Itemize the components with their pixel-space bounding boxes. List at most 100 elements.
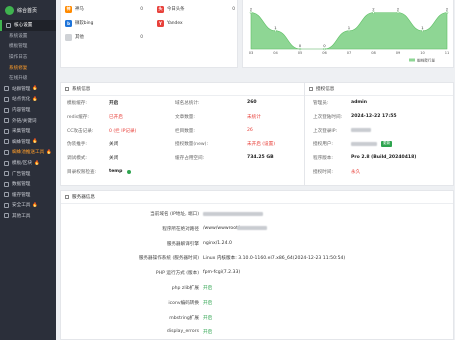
sidebar-item[interactable]: 模板/区块 🔥: [0, 158, 56, 169]
redacted-value: [237, 226, 267, 231]
sidebar-item-label: 安全工具: [12, 203, 31, 209]
sidebar-item[interactable]: 模板管理: [0, 41, 56, 52]
engine-item[interactable]: b 微软bing: [61, 17, 147, 29]
server-key: display_errors: [166, 329, 199, 335]
license-label: 程序版本:: [313, 156, 333, 162]
sidebar-item-label: 系统设置: [9, 33, 28, 39]
engine-name: 今日头条: [167, 7, 185, 12]
engine-name: Yandex: [167, 20, 183, 26]
license-title: 授权信息: [316, 87, 335, 92]
sidebar-menu: 核心设置 系统设置 模板管理 操作日志 系统修复 在线升级 站群管理 🔥 站点优化 🔥 内容管理 外链…: [0, 20, 56, 221]
sidebar-item[interactable]: 核心设置: [0, 20, 56, 31]
sys-value: temp: [109, 169, 123, 174]
sidebar-item[interactable]: 缓存管理: [0, 190, 56, 201]
sidebar-item[interactable]: 蜘蛛池推送工具 🔥: [0, 147, 56, 158]
sidebar-item[interactable]: 系统设置: [0, 31, 56, 42]
server-row: iconv编码转换 开启: [61, 295, 455, 310]
sidebar-item[interactable]: 蜘蛛管理 🔥: [0, 137, 56, 148]
sidebar-item-label: 核心设置: [14, 23, 33, 29]
sidebar-item[interactable]: 安全工具 🔥: [0, 200, 56, 211]
sidebar-item-label: 广告管理: [12, 171, 31, 177]
sys-label: 模板缓存:: [67, 101, 87, 106]
license-value: 2024-12-22 17:55: [351, 113, 397, 119]
sys-label: 调试模式:: [67, 156, 87, 162]
sidebar-item[interactable]: 其他工具: [0, 211, 56, 222]
flame-icon: 🔥: [46, 149, 52, 155]
server-value: fpm-fcgi(7.2.33): [203, 270, 241, 276]
engine-item[interactable]: Y Yandex: [153, 17, 239, 29]
chart-point: [347, 29, 351, 33]
sys-value: 开启: [109, 101, 119, 106]
chart-point: [274, 29, 277, 33]
sidebar-item-label: 内容管理: [12, 108, 31, 114]
chart-tick-label: 05: [298, 51, 303, 55]
sidebar-item-label: 缓存管理: [12, 192, 31, 198]
sys-label: 文章数量:: [175, 114, 195, 120]
chart-point: [298, 47, 302, 51]
engine-item[interactable]: 头今日头条 0: [153, 3, 239, 15]
sys-value: 734.25 GB: [247, 155, 274, 161]
server-key: 程序所在绝对路径: [162, 226, 199, 232]
sidebar-title: 综合首页: [17, 7, 38, 14]
server-row: 服务器解译引擎 nginx/1.24.0: [61, 236, 455, 251]
sys-value[interactable]: 未开启 (设置): [247, 141, 275, 147]
server-key: mbstring扩展: [169, 315, 199, 321]
sys-value: 关闭: [109, 156, 119, 162]
server-value: 开启: [203, 315, 213, 321]
engine-item[interactable]: 神神马 0: [61, 3, 147, 15]
sidebar-item[interactable]: 广告管理: [0, 168, 56, 179]
chart-point: [396, 11, 400, 14]
menu-icon: [4, 213, 9, 219]
sidebar-item[interactable]: 数据管理: [0, 179, 56, 190]
chart-value-label: 2: [397, 7, 400, 12]
sys-value: 未统计: [247, 114, 261, 120]
license-icon: [309, 87, 313, 91]
chart-value-label: 1: [274, 25, 277, 30]
sidebar-header[interactable]: 综合首页: [0, 0, 56, 20]
sidebar-item-label: 站群管理: [12, 86, 31, 92]
sidebar-item-label: 在线升级: [9, 76, 28, 82]
engine-name: 微软bing: [75, 21, 94, 26]
sidebar-item-label: 外链/关键词: [12, 118, 37, 124]
menu-icon: [4, 202, 9, 208]
sidebar-item[interactable]: 在线升级: [0, 73, 56, 84]
sys-label: redis缓存:: [67, 114, 89, 120]
sys-value[interactable]: 0 (拦 IP记录): [109, 128, 136, 134]
server-key: 当前域名 (IP地址, 端口): [150, 212, 199, 217]
flame-icon: 🔥: [32, 139, 38, 145]
engine-count: 0: [140, 34, 143, 40]
flame-icon: 🔥: [33, 160, 40, 166]
server-value: 开启: [203, 300, 213, 306]
chart-value-label: 2: [446, 7, 449, 12]
server-key: 服务器解译引擎: [166, 241, 199, 247]
home-logo-icon: [5, 5, 14, 15]
sidebar-item-label: 其他工具: [12, 213, 31, 219]
sidebar-item[interactable]: 站点优化 🔥: [0, 94, 56, 105]
sidebar-item[interactable]: 内容管理: [0, 105, 56, 116]
sys-value: 260: [247, 100, 257, 105]
server-row: PHP 运行方式 (版本) fpm-fcgi(7.2.33): [61, 265, 455, 280]
license-label: 上次登录IP:: [313, 128, 338, 134]
sidebar-item[interactable]: 站群管理 🔥: [0, 84, 56, 95]
license-card: 授权信息 管理员: admin 上次登陆时间: 2024-12-22 17:55 上次登…: [304, 82, 454, 186]
menu-icon: [4, 192, 9, 198]
chart-tick-label: 10: [420, 51, 425, 55]
sidebar-item-label: 模板/区块: [12, 161, 32, 167]
menu-icon: [4, 149, 9, 155]
chart-value-label: 2: [250, 7, 253, 12]
update-license-button[interactable]: 更新: [381, 140, 393, 147]
chart-tick-label: 03: [249, 51, 254, 55]
flame-icon: 🔥: [32, 96, 38, 102]
spider-area-chart: 2 03 1 04 0 05 0 06 1 07 2 08 2 09 1 10 2 11 蜘蛛爬行量: [249, 7, 450, 63]
sidebar-item[interactable]: 系统修复: [0, 62, 56, 73]
engine-item[interactable]: 其他 0: [61, 31, 147, 43]
sys-label: 缓存占用空间:: [175, 156, 205, 162]
license-value: 永久: [351, 170, 361, 175]
sidebar-item[interactable]: 采集管理: [0, 126, 56, 137]
menu-icon: [4, 139, 9, 145]
sidebar-item[interactable]: 外链/关键词: [0, 115, 56, 126]
menu-icon: [4, 118, 9, 124]
server-value: 开启: [203, 330, 213, 336]
sidebar-item[interactable]: 操作日志: [0, 52, 56, 63]
engine-logo-icon: b: [65, 19, 72, 27]
